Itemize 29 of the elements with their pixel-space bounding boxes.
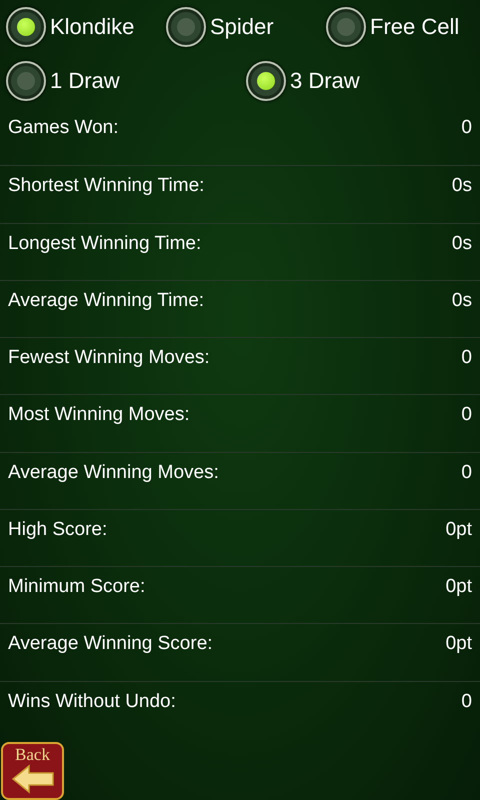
radio-option[interactable]: 1 Draw	[6, 61, 246, 102]
back-button[interactable]: Back	[1, 742, 64, 800]
stat-value: 0s	[452, 174, 472, 198]
stat-label: High Score:	[8, 518, 108, 542]
stat-value: 0	[461, 460, 472, 485]
stat-value: 0	[461, 403, 472, 428]
stat-value: 0s	[452, 232, 472, 256]
stat-label: Most Winning Moves:	[8, 403, 190, 428]
stat-label: Wins Without Undo:	[8, 690, 176, 714]
radio-option[interactable]: Free Cell	[326, 7, 480, 48]
stat-value: 0	[461, 346, 472, 370]
stat-label: Minimum Score:	[8, 575, 146, 600]
radio-option[interactable]: 3 Draw	[246, 61, 480, 102]
stat-value: 0pt	[446, 632, 472, 656]
stat-value: 0s	[452, 288, 472, 313]
stat-label: Fewest Winning Moves:	[8, 346, 210, 370]
radio-option[interactable]: Spider	[166, 7, 326, 48]
stat-label: Shortest Winning Time:	[8, 174, 204, 198]
stat-value: 0	[461, 690, 472, 714]
arrow-left-icon	[10, 764, 54, 794]
stat-value: 0pt	[446, 575, 472, 600]
stat-value: 0	[461, 116, 472, 140]
stat-label: Average Winning Score:	[8, 632, 213, 656]
stat-label: Average Winning Moves:	[8, 460, 219, 485]
stat-label: Average Winning Time:	[8, 288, 204, 313]
stat-label: Longest Winning Time:	[8, 232, 202, 256]
radio-option[interactable]: Klondike	[6, 7, 166, 48]
stat-label: Games Won:	[8, 116, 119, 140]
stat-value: 0pt	[446, 518, 472, 542]
